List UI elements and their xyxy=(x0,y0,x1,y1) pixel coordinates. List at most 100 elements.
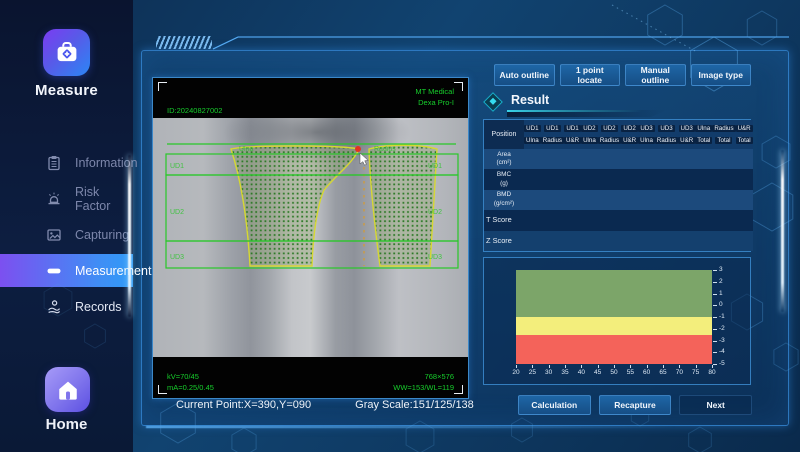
row-label-line2: (g/cm²) xyxy=(494,200,514,209)
table-column-header: UD2Ulna xyxy=(581,120,598,149)
sidebar-item-label: Risk Factor xyxy=(75,185,133,213)
outline-toolbar: Auto outline1 point locateManual outline… xyxy=(494,64,751,86)
osteoporosis-zone xyxy=(516,335,712,364)
table-cell xyxy=(564,149,581,169)
table-cell xyxy=(598,210,621,230)
measure-app-icon[interactable] xyxy=(43,29,90,76)
x-tick-label: 55 xyxy=(623,369,637,376)
x-tick-label: 70 xyxy=(672,369,686,376)
radius-roi-region[interactable] xyxy=(231,146,359,266)
column-header-top: UD1 xyxy=(564,125,580,132)
left-scroll-glow xyxy=(128,155,131,317)
device-name: MT Medical xyxy=(415,86,454,97)
y-tick-mark xyxy=(713,364,717,365)
table-cell xyxy=(581,190,598,210)
table-cell xyxy=(598,190,621,210)
table-cell xyxy=(678,149,695,169)
column-header-bottom: Ulna xyxy=(524,137,541,144)
table-cell xyxy=(712,231,735,251)
x-tick-mark xyxy=(565,365,566,368)
table-cell xyxy=(581,149,598,169)
table-column-header: UD3U&R xyxy=(678,120,695,149)
column-header-top: UD3 xyxy=(679,125,695,132)
row-label-line2: (cm²) xyxy=(497,159,512,168)
table-cell xyxy=(581,210,598,230)
action-buttons: Calculation Recapture Next xyxy=(518,395,752,415)
sidebar-item-information[interactable]: Information xyxy=(0,146,133,179)
table-column-header: UD1U&R xyxy=(564,120,581,149)
y-tick-mark xyxy=(713,270,717,271)
chart-plot-area xyxy=(516,270,712,364)
y-tick-mark xyxy=(713,305,717,306)
x-tick-label: 25 xyxy=(525,369,539,376)
x-tick-mark xyxy=(598,365,599,368)
home-button[interactable] xyxy=(45,367,90,412)
table-row-label: BMD(g/cm²) xyxy=(484,190,524,210)
bone-label-radius: Radius xyxy=(374,146,396,153)
sidebar-item-capturing[interactable]: Capturing xyxy=(0,218,133,251)
column-header-top: Ulna xyxy=(695,125,712,132)
x-tick-label: 35 xyxy=(558,369,572,376)
row-label-line1: BMD xyxy=(497,191,511,200)
table-row-label: Area(cm²) xyxy=(484,149,524,169)
table-cell xyxy=(655,190,678,210)
table-column-header: UD2Radius xyxy=(598,120,621,149)
header-underline-decoration xyxy=(507,110,642,112)
table-cell xyxy=(621,169,638,189)
table-cell xyxy=(598,231,621,251)
column-header-bottom: Total xyxy=(715,137,732,144)
result-table: PositionUD1UlnaUD1RadiusUD1U&RUD2UlnaUD2… xyxy=(483,119,751,252)
sidebar-item-measurement[interactable]: Measurement xyxy=(0,254,133,287)
region-label: UD2 xyxy=(170,209,184,216)
column-header-top: U&R xyxy=(736,125,753,132)
row-label-line2: (g) xyxy=(500,180,508,189)
next-button[interactable]: Next xyxy=(679,395,752,415)
ruler-icon xyxy=(46,263,62,279)
manual-outline-button[interactable]: Manual outline xyxy=(625,64,686,86)
table-cell xyxy=(541,190,564,210)
table-cell xyxy=(564,210,581,230)
calculation-button[interactable]: Calculation xyxy=(518,395,591,415)
image-type-button[interactable]: Image type xyxy=(691,64,752,86)
x-tick-label: 60 xyxy=(640,369,654,376)
column-header-bottom: U&R xyxy=(621,137,638,144)
y-tick-mark xyxy=(713,352,717,353)
image-icon xyxy=(46,227,62,243)
column-header-top: UD2 xyxy=(601,125,617,132)
table-cell xyxy=(678,210,695,230)
recapture-button[interactable]: Recapture xyxy=(599,395,672,415)
table-cell xyxy=(678,190,695,210)
table-column-header: UD2U&R xyxy=(621,120,638,149)
x-tick-mark xyxy=(581,365,582,368)
sidebar-item-records[interactable]: Records xyxy=(0,290,133,323)
table-cell xyxy=(581,169,598,189)
auto-outline-button[interactable]: Auto outline xyxy=(494,64,555,86)
x-tick-mark xyxy=(630,365,631,368)
x-tick-mark xyxy=(663,365,664,368)
table-cell xyxy=(541,231,564,251)
column-header-top: UD3 xyxy=(658,125,674,132)
corner-bracket xyxy=(454,82,463,91)
x-tick-mark xyxy=(679,365,680,368)
table-cell xyxy=(736,190,753,210)
table-cell xyxy=(712,190,735,210)
image-header-overlay: ID:20240827002 1 Female 47.5Y Left dista… xyxy=(153,78,468,118)
table-cell xyxy=(712,210,735,230)
window-level-value: WW=153/WL=119 xyxy=(393,382,454,393)
xray-viewport[interactable]: Ulna Radius UD1 UD1 UD2 UD2 UD3 UD3 xyxy=(153,118,468,357)
sidebar-item-risk-factor[interactable]: Risk Factor xyxy=(0,182,133,215)
table-cell xyxy=(695,149,712,169)
table-cell xyxy=(541,210,564,230)
result-section-header: Result xyxy=(483,92,751,116)
ulna-roi-region[interactable] xyxy=(369,145,437,266)
table-column-header: UD1Ulna xyxy=(524,120,541,149)
column-header-bottom: Radius xyxy=(541,137,564,144)
ma-value: mA=0.25/0.45 xyxy=(167,382,214,393)
diamond-icon xyxy=(483,92,503,112)
locate-point-marker xyxy=(355,146,361,152)
table-cell xyxy=(638,169,655,189)
osteopenia-zone xyxy=(516,317,712,335)
table-cell xyxy=(638,149,655,169)
alarm-icon xyxy=(46,191,62,207)
1-point-locate-button[interactable]: 1 point locate xyxy=(560,64,621,86)
